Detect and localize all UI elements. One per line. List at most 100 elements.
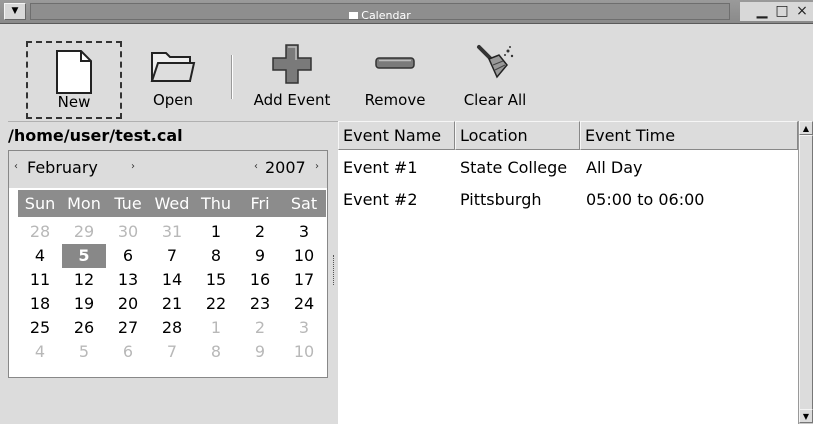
calendar-header: ‹ February › ‹ 2007 ›: [9, 151, 327, 188]
calendar-day[interactable]: 14: [150, 268, 194, 292]
calendar-day[interactable]: 4: [18, 244, 62, 268]
calendar-day-selected[interactable]: 5: [62, 244, 106, 268]
remove-label: Remove: [364, 91, 426, 109]
calendar-day[interactable]: 3: [282, 220, 326, 244]
open-label: Open: [152, 91, 194, 109]
calendar-day[interactable]: 9: [238, 340, 282, 364]
calendar-day[interactable]: 4: [18, 340, 62, 364]
calendar-day[interactable]: 28: [18, 220, 62, 244]
calendar-day[interactable]: 5: [62, 340, 106, 364]
event-name-cell: Event #2: [343, 190, 418, 209]
calendar-year: 2007: [265, 158, 306, 177]
calendar-day[interactable]: 7: [150, 244, 194, 268]
events-table: Event Name Location Event Time Event #1 …: [338, 121, 798, 424]
calendar-day[interactable]: 12: [62, 268, 106, 292]
calendar-day[interactable]: 13: [106, 268, 150, 292]
new-label: New: [57, 93, 91, 111]
file-path-label: /home/user/test.cal: [8, 121, 338, 149]
calendar-day[interactable]: 31: [150, 220, 194, 244]
calendar-day[interactable]: 20: [106, 292, 150, 316]
minimize-button[interactable]: ▁: [754, 3, 770, 20]
title-area[interactable]: Calendar: [30, 3, 730, 22]
weekday-label: Mon: [67, 194, 101, 213]
minus-icon: [375, 57, 415, 69]
table-row[interactable]: Event #2 Pittsburgh 05:00 to 06:00: [338, 187, 798, 213]
clear-all-button[interactable]: Clear All: [452, 35, 538, 115]
event-location-cell: State College: [460, 158, 568, 177]
calendar-day[interactable]: 25: [18, 316, 62, 340]
event-time-cell: All Day: [586, 158, 643, 177]
close-button[interactable]: ×: [794, 3, 810, 20]
title-bar: ▼ Calendar ▁ □ ×: [0, 0, 813, 24]
calendar-month: February: [27, 158, 98, 177]
vertical-scrollbar[interactable]: ▲ ▼: [798, 121, 813, 424]
table-row[interactable]: Event #1 State College All Day: [338, 155, 798, 181]
calendar-day[interactable]: 8: [194, 340, 238, 364]
remove-button[interactable]: Remove: [350, 35, 440, 115]
calendar-day[interactable]: 29: [62, 220, 106, 244]
next-year-button[interactable]: ›: [315, 161, 319, 172]
calendar-day[interactable]: 2: [238, 220, 282, 244]
weekday-label: Fri: [250, 194, 270, 213]
maximize-button[interactable]: □: [774, 3, 790, 20]
scroll-up-button[interactable]: ▲: [799, 121, 813, 135]
prev-year-button[interactable]: ‹: [254, 161, 258, 172]
weekday-label: Thu: [200, 194, 232, 213]
calendar-day[interactable]: 6: [106, 244, 150, 268]
broom-icon: [477, 45, 514, 79]
calendar-day[interactable]: 10: [282, 244, 326, 268]
window-controls: ▁ □ ×: [740, 2, 813, 21]
calendar-day[interactable]: 15: [194, 268, 238, 292]
folder-icon: [150, 52, 196, 82]
weekday-header: Sun Mon Tue Wed Thu Fri Sat: [18, 190, 326, 217]
new-button[interactable]: New: [26, 41, 122, 119]
toolbar: New Open Add Event Remove Clear All: [8, 27, 813, 120]
calendar-day[interactable]: 28: [150, 316, 194, 340]
next-month-button[interactable]: ›: [131, 161, 135, 172]
new-document-icon: [56, 50, 92, 94]
event-name-cell: Event #1: [343, 158, 418, 177]
plus-icon: [272, 44, 312, 84]
weekday-label: Sat: [290, 194, 318, 213]
calendar-day[interactable]: 10: [282, 340, 326, 364]
calendar-day[interactable]: 22: [194, 292, 238, 316]
column-header-location[interactable]: Location: [455, 121, 580, 150]
calendar-day[interactable]: 1: [194, 316, 238, 340]
weekday-label: Sun: [24, 194, 56, 213]
calendar-day[interactable]: 8: [194, 244, 238, 268]
event-location-cell: Pittsburgh: [460, 190, 542, 209]
calendar-day[interactable]: 19: [62, 292, 106, 316]
calendar-day[interactable]: 24: [282, 292, 326, 316]
add-event-button[interactable]: Add Event: [242, 35, 342, 115]
add-event-label: Add Event: [253, 91, 331, 109]
calendar-day[interactable]: 9: [238, 244, 282, 268]
calendar-day[interactable]: 3: [282, 316, 326, 340]
weekday-label: Wed: [154, 194, 190, 213]
calendar-day[interactable]: 7: [150, 340, 194, 364]
calendar-day[interactable]: 21: [150, 292, 194, 316]
calendar-widget[interactable]: ‹ February › ‹ 2007 › Sun Mon Tue Wed Thu Fri…: [8, 150, 328, 378]
calendar-day[interactable]: 11: [18, 268, 62, 292]
column-header-event-time[interactable]: Event Time: [580, 121, 798, 150]
calendar-day[interactable]: 27: [106, 316, 150, 340]
window-menu-button[interactable]: ▼: [4, 3, 26, 20]
calendar-day[interactable]: 18: [18, 292, 62, 316]
window-title: Calendar: [361, 9, 411, 22]
calendar-day[interactable]: 30: [106, 220, 150, 244]
calendar-day[interactable]: 1: [194, 220, 238, 244]
event-time-cell: 05:00 to 06:00: [586, 190, 705, 209]
calendar-day[interactable]: 16: [238, 268, 282, 292]
calendar-day[interactable]: 17: [282, 268, 326, 292]
scroll-thumb[interactable]: [799, 135, 813, 410]
calendar-day[interactable]: 6: [106, 340, 150, 364]
calendar-day[interactable]: 23: [238, 292, 282, 316]
open-button[interactable]: Open: [138, 35, 208, 115]
scroll-down-button[interactable]: ▼: [799, 409, 813, 423]
calendar-day[interactable]: 2: [238, 316, 282, 340]
weekday-label: Tue: [114, 194, 142, 213]
prev-month-button[interactable]: ‹: [14, 161, 18, 172]
window-icon: [349, 12, 359, 19]
column-header-event-name[interactable]: Event Name: [338, 121, 455, 150]
pane-resize-handle[interactable]: [333, 255, 335, 285]
calendar-day[interactable]: 26: [62, 316, 106, 340]
